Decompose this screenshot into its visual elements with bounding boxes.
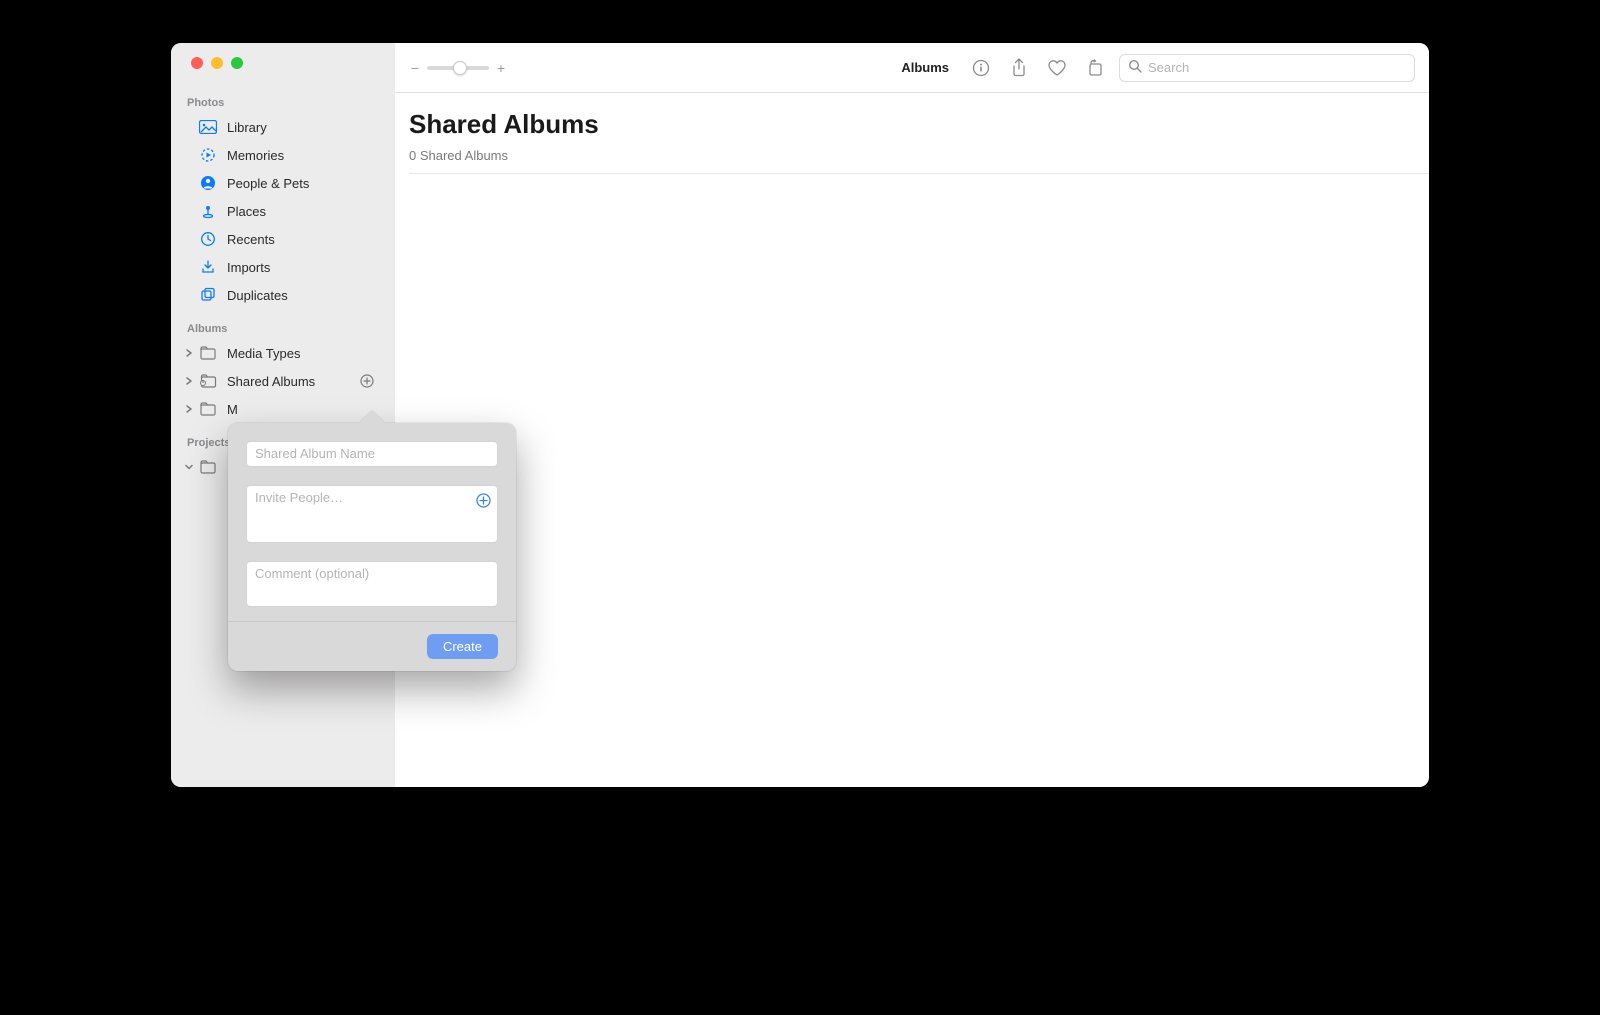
section-header-albums: Albums (171, 319, 395, 339)
share-button[interactable] (1005, 54, 1033, 82)
sidebar-item-label: Media Types (227, 346, 300, 361)
zoom-in-button[interactable]: + (495, 60, 507, 76)
chevron-right-icon[interactable] (183, 403, 195, 415)
sidebar-item-label: M (227, 402, 238, 417)
chevron-right-icon[interactable] (183, 347, 195, 359)
folder-icon (199, 344, 217, 362)
page-title: Shared Albums (395, 109, 1429, 140)
zoom-slider-thumb[interactable] (453, 61, 467, 75)
sidebar-item-label: Memories (227, 148, 284, 163)
zoom-slider[interactable] (427, 66, 489, 70)
sidebar-item-people-pets[interactable]: People & Pets (171, 169, 395, 197)
sidebar: Photos Library Memories People & Pets Pl… (171, 43, 395, 787)
comment-field[interactable] (255, 566, 489, 596)
library-icon (199, 118, 217, 136)
people-icon (199, 174, 217, 192)
sidebar-item-label: Places (227, 204, 266, 219)
invite-people-field-wrap (246, 485, 498, 543)
memories-icon (199, 146, 217, 164)
sidebar-item-imports[interactable]: Imports (171, 253, 395, 281)
sidebar-item-places[interactable]: Places (171, 197, 395, 225)
album-name-field-wrap (246, 441, 498, 467)
info-button[interactable] (967, 54, 995, 82)
comment-field-wrap (246, 561, 498, 607)
close-button[interactable] (191, 57, 203, 69)
section-header-photos: Photos (171, 93, 395, 113)
add-person-button[interactable] (475, 492, 491, 508)
sidebar-item-label: Duplicates (227, 288, 288, 303)
search-icon (1128, 59, 1142, 76)
window-controls (171, 57, 395, 69)
chevron-right-icon[interactable] (183, 375, 195, 387)
folder-icon (199, 400, 217, 418)
zoom-control: − + (409, 60, 507, 76)
favorite-button[interactable] (1043, 54, 1071, 82)
sidebar-item-my-albums[interactable]: M (171, 395, 395, 423)
places-icon (199, 202, 217, 220)
search-input[interactable] (1148, 60, 1406, 75)
sidebar-item-label: Library (227, 120, 267, 135)
folder-icon (199, 458, 217, 476)
sidebar-item-label: Shared Albums (227, 374, 315, 389)
rotate-button[interactable] (1081, 54, 1109, 82)
invite-people-field[interactable] (255, 490, 469, 505)
maximize-button[interactable] (231, 57, 243, 69)
sidebar-item-label: Imports (227, 260, 270, 275)
sidebar-item-duplicates[interactable]: Duplicates (171, 281, 395, 309)
create-button[interactable]: Create (427, 634, 498, 659)
toolbar-title[interactable]: Albums (901, 60, 949, 75)
zoom-out-button[interactable]: − (409, 60, 421, 76)
chevron-down-icon[interactable] (183, 461, 195, 473)
shared-folder-icon (199, 372, 217, 390)
sidebar-item-media-types[interactable]: Media Types (171, 339, 395, 367)
duplicates-icon (199, 286, 217, 304)
add-shared-album-button[interactable] (359, 373, 375, 389)
sidebar-item-memories[interactable]: Memories (171, 141, 395, 169)
app-window: Photos Library Memories People & Pets Pl… (171, 43, 1429, 787)
album-name-field[interactable] (255, 446, 489, 461)
imports-icon (199, 258, 217, 276)
sidebar-item-library[interactable]: Library (171, 113, 395, 141)
sidebar-item-label: Recents (227, 232, 275, 247)
sidebar-item-recents[interactable]: Recents (171, 225, 395, 253)
divider (409, 173, 1429, 174)
toolbar: − + Albums (395, 43, 1429, 93)
page: Shared Albums 0 Shared Albums (395, 93, 1429, 174)
search-field[interactable] (1119, 54, 1415, 82)
create-shared-album-popover: Create (228, 423, 516, 671)
sidebar-item-label: People & Pets (227, 176, 309, 191)
minimize-button[interactable] (211, 57, 223, 69)
page-subtitle: 0 Shared Albums (395, 140, 1429, 173)
recents-icon (199, 230, 217, 248)
content-area: − + Albums (395, 43, 1429, 787)
sidebar-item-shared-albums[interactable]: Shared Albums (171, 367, 395, 395)
